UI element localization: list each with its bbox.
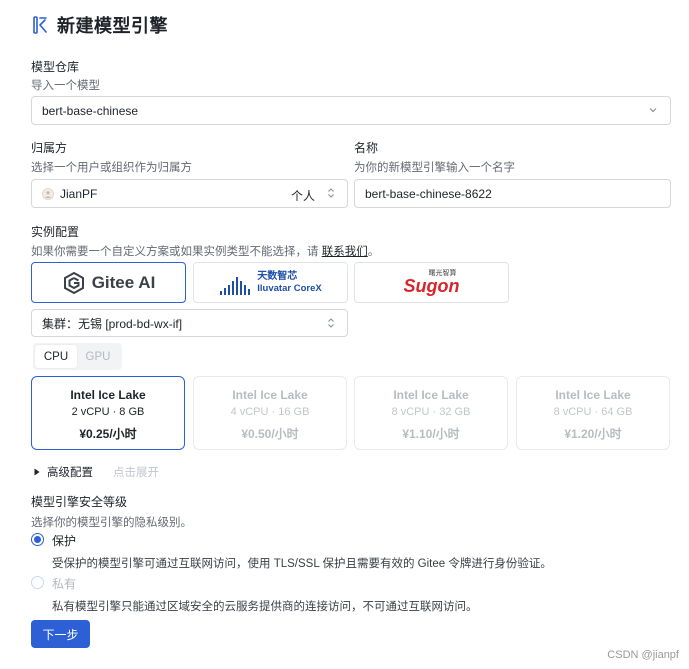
updown-chevron-icon: [328, 188, 334, 198]
instance-card[interactable]: Intel Ice Lake 2 vCPU · 8 GB ¥0.25/小时: [31, 376, 185, 450]
owner-value: JianPF: [60, 186, 98, 201]
instance-card-price: ¥1.10/小时: [402, 427, 460, 441]
security-option-title: 私有: [52, 577, 77, 591]
gitee-ai-logo-icon: [63, 271, 84, 294]
iluvatar-logo-icon: [220, 276, 251, 295]
security-option-desc: 私有模型引擎只能通过区域安全的云服务提供商的连接访问，不可通过互联网访问。: [52, 601, 478, 613]
provider-gitee-ai[interactable]: Gitee AI: [31, 262, 186, 303]
security-hint: 选择你的模型引擎的隐私级别。: [31, 517, 192, 529]
updown-chevron-icon: [328, 318, 334, 328]
repo-hint: 导入一个模型: [31, 80, 100, 92]
repo-select[interactable]: bert-base-chinese: [31, 96, 671, 125]
instance-card-spec: 8 vCPU · 64 GB: [553, 406, 633, 418]
tab-cpu[interactable]: CPU: [35, 345, 77, 368]
instance-card-name: Intel Ice Lake: [393, 388, 469, 402]
security-label: 模型引擎安全等级: [31, 495, 128, 509]
cluster-select[interactable]: 集群：无锡 [prod-bd-wx-if]: [31, 309, 348, 337]
owner-select[interactable]: JianPF 个人: [31, 179, 348, 208]
instance-card-name: Intel Ice Lake: [70, 388, 146, 402]
chevron-down-icon: [649, 108, 657, 113]
instance-card-name: Intel Ice Lake: [555, 388, 631, 402]
owner-label: 归属方: [31, 141, 68, 155]
instance-card-spec: 4 vCPU · 16 GB: [230, 406, 310, 418]
advanced-config-label: 高级配置: [47, 467, 93, 479]
instance-hint-end: 。: [367, 246, 380, 258]
caret-right-icon: [34, 468, 40, 476]
name-label: 名称: [354, 141, 379, 155]
advanced-config-toggle[interactable]: 高级配置 点击展开: [33, 464, 159, 480]
instance-card-spec: 2 vCPU · 8 GB: [71, 406, 145, 418]
name-hint: 为你的新模型引擎输入一个名字: [354, 162, 515, 174]
instance-card-price: ¥1.20/小时: [564, 427, 622, 441]
security-option-protected[interactable]: 保护 受保护的模型引擎可通过互联网访问，使用 TLS/SSL 保护且需要有效的 …: [31, 532, 552, 571]
repo-label: 模型仓库: [31, 60, 80, 74]
advanced-expand-hint: 点击展开: [113, 467, 159, 479]
name-input[interactable]: bert-base-chinese-8622: [354, 179, 671, 208]
instance-card[interactable]: Intel Ice Lake 8 vCPU · 64 GB ¥1.20/小时: [516, 376, 670, 450]
page-title: 新建模型引擎: [57, 16, 168, 36]
provider-gitee-name: Gitee AI: [91, 272, 156, 292]
radio-private[interactable]: [31, 576, 44, 589]
next-button[interactable]: 下一步: [31, 620, 90, 648]
instance-hint-text: 如果你需要一个自定义方案或如果实例类型不能选择，请: [31, 246, 319, 258]
security-option-desc: 受保护的模型引擎可通过互联网访问，使用 TLS/SSL 保护且需要有效的 Git…: [52, 558, 552, 570]
user-icon: [45, 190, 51, 198]
watermark: CSDN @jianpf: [607, 649, 679, 661]
repo-value: bert-base-chinese: [42, 103, 139, 118]
provider-sugon[interactable]: 曙光智算 Sugon: [354, 262, 509, 303]
instance-card-price: ¥0.50/小时: [241, 427, 299, 441]
security-option-title: 保护: [52, 534, 77, 548]
owner-hint: 选择一个用户或组织作为归属方: [31, 162, 192, 174]
instance-card[interactable]: Intel Ice Lake 8 vCPU · 32 GB ¥1.10/小时: [354, 376, 508, 450]
radio-protected[interactable]: [31, 533, 44, 546]
security-option-private[interactable]: 私有 私有模型引擎只能通过区域安全的云服务提供商的连接访问，不可通过互联网访问。: [31, 575, 478, 614]
contact-us-link[interactable]: 联系我们: [322, 246, 368, 258]
avatar: [42, 187, 54, 200]
instance-label: 实例配置: [31, 225, 80, 239]
owner-type: 个人: [290, 189, 315, 203]
engine-icon: [33, 16, 47, 34]
instance-card-spec: 8 vCPU · 32 GB: [391, 406, 471, 418]
cluster-value: 集群：无锡 [prod-bd-wx-if]: [42, 316, 183, 331]
instance-card-name: Intel Ice Lake: [232, 388, 308, 402]
provider-sugon-brand: Sugon: [403, 275, 460, 296]
provider-iluvatar-sub: Iluvatar CoreX: [257, 282, 322, 294]
provider-iluvatar[interactable]: 天数智芯 Iluvatar CoreX: [193, 262, 348, 303]
instance-card-price: ¥0.25/小时: [79, 427, 137, 441]
instance-hint: 如果你需要一个自定义方案或如果实例类型不能选择，请 联系我们。: [31, 243, 379, 259]
compute-type-tabs: CPU GPU: [33, 343, 122, 370]
provider-iluvatar-name: 天数智芯: [257, 270, 298, 282]
instance-card[interactable]: Intel Ice Lake 4 vCPU · 16 GB ¥0.50/小时: [193, 376, 347, 450]
name-value: bert-base-chinese-8622: [365, 186, 492, 201]
tab-gpu[interactable]: GPU: [77, 345, 119, 368]
page-header: 新建模型引擎: [33, 12, 168, 38]
